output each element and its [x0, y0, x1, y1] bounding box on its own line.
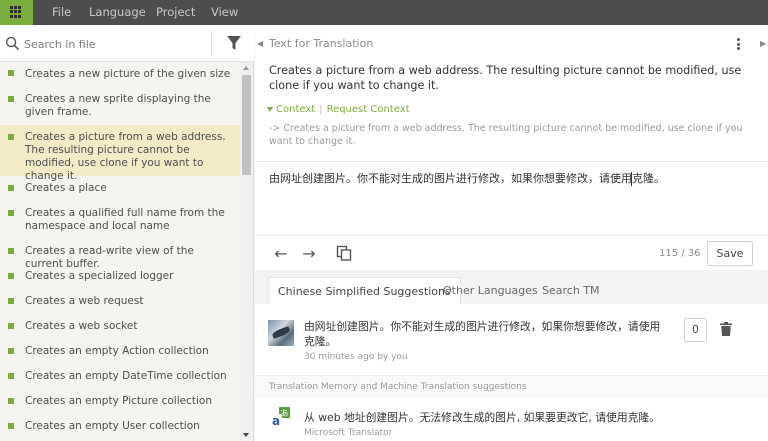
status-dot-icon	[8, 423, 14, 429]
suggestion-text: 由网址创建图片。你不能对生成的图片进行修改，如果你想要修改，请使用克隆。	[304, 320, 661, 348]
list-item-label: Creates an empty Picture collection	[25, 395, 212, 407]
list-item-label: Creates an empty DateTime collection	[25, 370, 227, 382]
list-item-label: Creates a new sprite displaying the give…	[25, 93, 211, 118]
list-item[interactable]: Creates a new sprite displaying the give…	[0, 87, 240, 125]
menu-language[interactable]: Language	[89, 0, 146, 25]
previous-arrow-icon[interactable]: ←	[271, 244, 291, 264]
list-item[interactable]: Creates an empty DateTime collection	[0, 364, 240, 389]
vote-count[interactable]: 0	[684, 318, 707, 342]
menu-file[interactable]: File	[52, 0, 71, 25]
tm-section-header: Translation Memory and Machine Translati…	[255, 375, 768, 398]
list-item[interactable]: Creates a read-write view of the current…	[0, 239, 240, 270]
filter-icon[interactable]	[226, 35, 242, 51]
list-scrollbar[interactable]	[240, 62, 253, 441]
tab-chinese-simplified-suggestions[interactable]: Chinese Simplified Suggestions	[268, 277, 461, 304]
mt-text: 从 web 地址创建图片。无法修改生成的图片, 如果要更改它, 请使用克隆。	[304, 411, 661, 424]
list-item[interactable]: Creates an empty Action collection	[0, 339, 240, 364]
list-item-label: Creates a web request	[25, 295, 144, 307]
list-item-selected[interactable]: Creates a picture from a web address. Th…	[0, 125, 240, 182]
status-dot-icon	[8, 248, 14, 254]
context-text: -> Creates a picture from a web address.…	[269, 123, 743, 147]
search-input[interactable]	[24, 35, 204, 53]
list-item[interactable]: Creates a qualified full name from the n…	[0, 201, 240, 239]
status-dot-icon	[8, 298, 14, 304]
apps-grid-icon	[10, 6, 22, 18]
top-menu-bar: File Language Project View	[0, 0, 768, 25]
status-dot-icon	[8, 398, 14, 404]
char-counter: 115 / 36	[659, 248, 701, 259]
bird-icon	[271, 326, 291, 339]
status-dot-icon	[8, 273, 14, 279]
status-dot-icon	[8, 348, 14, 354]
strings-panel: Creates a new picture of the given size …	[0, 25, 254, 441]
list-item-label: Creates an empty User collection	[25, 420, 200, 432]
list-item[interactable]: Creates a web request	[0, 289, 240, 314]
context-toggle[interactable]: Context	[276, 104, 315, 115]
list-item[interactable]: Creates a new picture of the given size	[0, 62, 240, 87]
more-options-icon[interactable]	[737, 38, 741, 50]
divider	[255, 235, 768, 236]
list-item-label: Creates an empty Action collection	[25, 345, 209, 357]
source-header: Text for Translation	[269, 37, 374, 50]
string-list: Creates a new picture of the given size …	[0, 62, 240, 441]
request-context-link[interactable]: Request Context	[327, 104, 410, 115]
status-dot-icon	[8, 134, 14, 140]
list-item-label: Creates a place	[25, 182, 107, 194]
translation-editor[interactable]: 由网址创建图片。你不能对生成的图片进行修改，如果你想要修改，请使用克隆。	[269, 171, 759, 231]
status-dot-icon	[8, 323, 14, 329]
save-button[interactable]: Save	[707, 241, 753, 266]
scroll-up-icon[interactable]	[243, 66, 249, 70]
status-dot-icon	[8, 70, 14, 76]
context-row: Context | Request Context	[267, 104, 410, 115]
suggestion-tabs: Chinese Simplified Suggestions Other Lan…	[255, 270, 768, 304]
tab-search-tm[interactable]: Search TM	[533, 277, 609, 304]
avatar	[268, 320, 294, 346]
search-divider	[211, 31, 212, 56]
caret-down-icon	[267, 106, 273, 112]
list-item-label: Creates a specialized logger	[25, 270, 174, 282]
list-item[interactable]: Creates an empty User collection	[0, 414, 240, 441]
text-caret	[631, 172, 632, 186]
status-dot-icon	[8, 210, 14, 216]
collapse-left-icon[interactable]: ◀	[257, 39, 263, 48]
list-item-label: Creates a web socket	[25, 320, 138, 332]
list-item[interactable]: Creates an empty Picture collection	[0, 389, 240, 414]
divider	[255, 161, 768, 162]
status-dot-icon	[8, 373, 14, 379]
next-arrow-icon[interactable]: →	[299, 244, 319, 264]
status-dot-icon	[8, 96, 14, 102]
list-item[interactable]: Creates a place	[0, 176, 240, 201]
list-item[interactable]: Creates a web socket	[0, 314, 240, 339]
editor-panel: ◀ ▶ Text for Translation Creates a pictu…	[255, 25, 768, 441]
menu-view[interactable]: View	[211, 0, 238, 25]
copy-source-icon[interactable]	[336, 245, 352, 261]
translator-icon: あ a	[270, 407, 290, 427]
search-bar	[0, 25, 254, 62]
svg-text:a: a	[272, 414, 280, 427]
list-item[interactable]: Creates a specialized logger	[0, 264, 240, 289]
apps-menu-button[interactable]	[0, 0, 33, 25]
search-icon	[5, 36, 20, 51]
scroll-down-icon[interactable]	[243, 433, 249, 437]
status-dot-icon	[8, 185, 14, 191]
list-item-label: Creates a qualified full name from the n…	[25, 207, 225, 232]
machine-translation-row[interactable]: あ a 从 web 地址创建图片。无法修改生成的图片, 如果要更改它, 请使用克…	[255, 398, 768, 441]
source-text: Creates a picture from a web address. Th…	[269, 64, 742, 92]
list-item-label: Creates a new picture of the given size	[25, 68, 231, 80]
scroll-thumb[interactable]	[242, 75, 251, 175]
suggestion-meta: 30 minutes ago by you	[304, 352, 408, 362]
tab-other-languages[interactable]: Other Languages	[434, 277, 547, 304]
collapse-right-icon[interactable]: ▶	[760, 39, 766, 48]
trash-icon[interactable]	[720, 322, 732, 336]
suggestion-row[interactable]: 由网址创建图片。你不能对生成的图片进行修改，如果你想要修改，请使用克隆。 30 …	[255, 304, 768, 375]
menu-project[interactable]: Project	[156, 0, 195, 25]
mt-source: Microsoft Translator	[304, 428, 393, 438]
